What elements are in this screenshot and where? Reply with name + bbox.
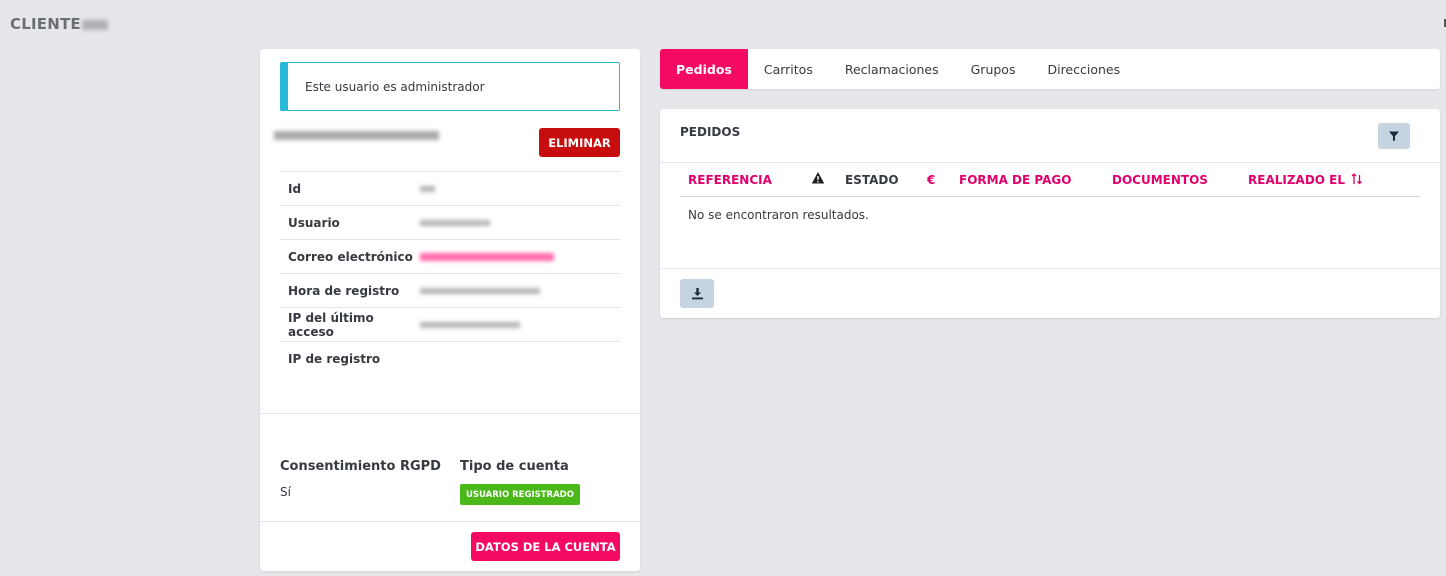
gdpr-title: Consentimiento RGPD [280, 459, 441, 474]
column-payment[interactable]: FORMA DE PAGO [959, 173, 1071, 187]
export-button[interactable] [680, 279, 714, 308]
admin-alert-text: Este usuario es administrador [305, 79, 485, 94]
table-header-divider [680, 196, 1420, 197]
reg-ip-label: IP de registro [288, 351, 381, 366]
column-status[interactable]: ESTADO [845, 173, 899, 187]
divider [260, 413, 640, 414]
id-label: Id [288, 181, 302, 196]
panel-footer-divider [660, 268, 1440, 269]
sort-icon[interactable] [1351, 173, 1363, 185]
orders-title: PEDIDOS [680, 125, 741, 139]
orders-panel: PEDIDOS REFERENCIA ESTADO € FORMA DE PAG… [660, 109, 1440, 318]
email-label: Correo electrónico [288, 249, 413, 264]
column-date[interactable]: REALIZADO EL [1248, 173, 1363, 187]
column-currency[interactable]: € [927, 173, 935, 187]
redacted-email[interactable] [420, 252, 554, 261]
tab-bar: Pedidos Carritos Reclamaciones Grupos Di… [660, 49, 1440, 89]
column-reference[interactable]: REFERENCIA [688, 173, 772, 187]
tab-grupos[interactable]: Grupos [955, 49, 1032, 89]
customer-card: Este usuario es administrador ELIMINAR I… [260, 49, 640, 571]
filter-icon [1389, 131, 1399, 141]
column-date-label: REALIZADO EL [1248, 173, 1346, 187]
footer-divider [260, 521, 640, 522]
redacted-last-ip [420, 321, 520, 328]
info-row-reg-ip: IP de registro [280, 341, 620, 375]
tab-direcciones[interactable]: Direcciones [1031, 49, 1136, 89]
account-type-title: Tipo de cuenta [460, 459, 569, 474]
info-row-last-ip: IP del último acceso [280, 307, 620, 341]
redacted-customer-name [81, 19, 108, 30]
user-label: Usuario [288, 215, 340, 230]
redacted-username [420, 219, 490, 226]
tab-carritos[interactable]: Carritos [748, 49, 829, 89]
gdpr-value: Sí [280, 485, 291, 499]
customer-info-table: Id Usuario Correo electrónico Hora de re… [280, 171, 620, 375]
account-type-badge: USUARIO REGISTRADO [460, 484, 580, 505]
redacted-customer-fullname [274, 131, 439, 140]
column-documents[interactable]: DOCUMENTOS [1112, 173, 1208, 187]
info-row-email: Correo electrónico [280, 239, 620, 273]
admin-alert: Este usuario es administrador [280, 62, 620, 111]
tab-reclamaciones[interactable]: Reclamaciones [829, 49, 955, 89]
redacted-registration-time [420, 287, 540, 294]
delete-button[interactable]: ELIMINAR [539, 128, 620, 157]
info-row-user: Usuario [280, 205, 620, 239]
download-icon [691, 288, 703, 300]
account-data-button[interactable]: DATOS DE LA CUENTA [471, 532, 620, 561]
header-divider [660, 162, 1440, 163]
last-ip-label: IP del último acceso [288, 310, 374, 339]
info-row-registered: Hora de registro [280, 273, 620, 307]
page-title-text: CLIENTE [10, 15, 81, 33]
redacted-id [420, 185, 435, 192]
info-row-id: Id [280, 171, 620, 205]
registered-label: Hora de registro [288, 283, 400, 298]
warning-icon [811, 172, 825, 184]
page-title: CLIENTE [10, 15, 108, 33]
empty-results-message: No se encontraron resultados. [688, 208, 869, 222]
filter-button[interactable] [1378, 123, 1410, 149]
column-warning [811, 171, 825, 188]
tab-pedidos[interactable]: Pedidos [660, 49, 748, 89]
